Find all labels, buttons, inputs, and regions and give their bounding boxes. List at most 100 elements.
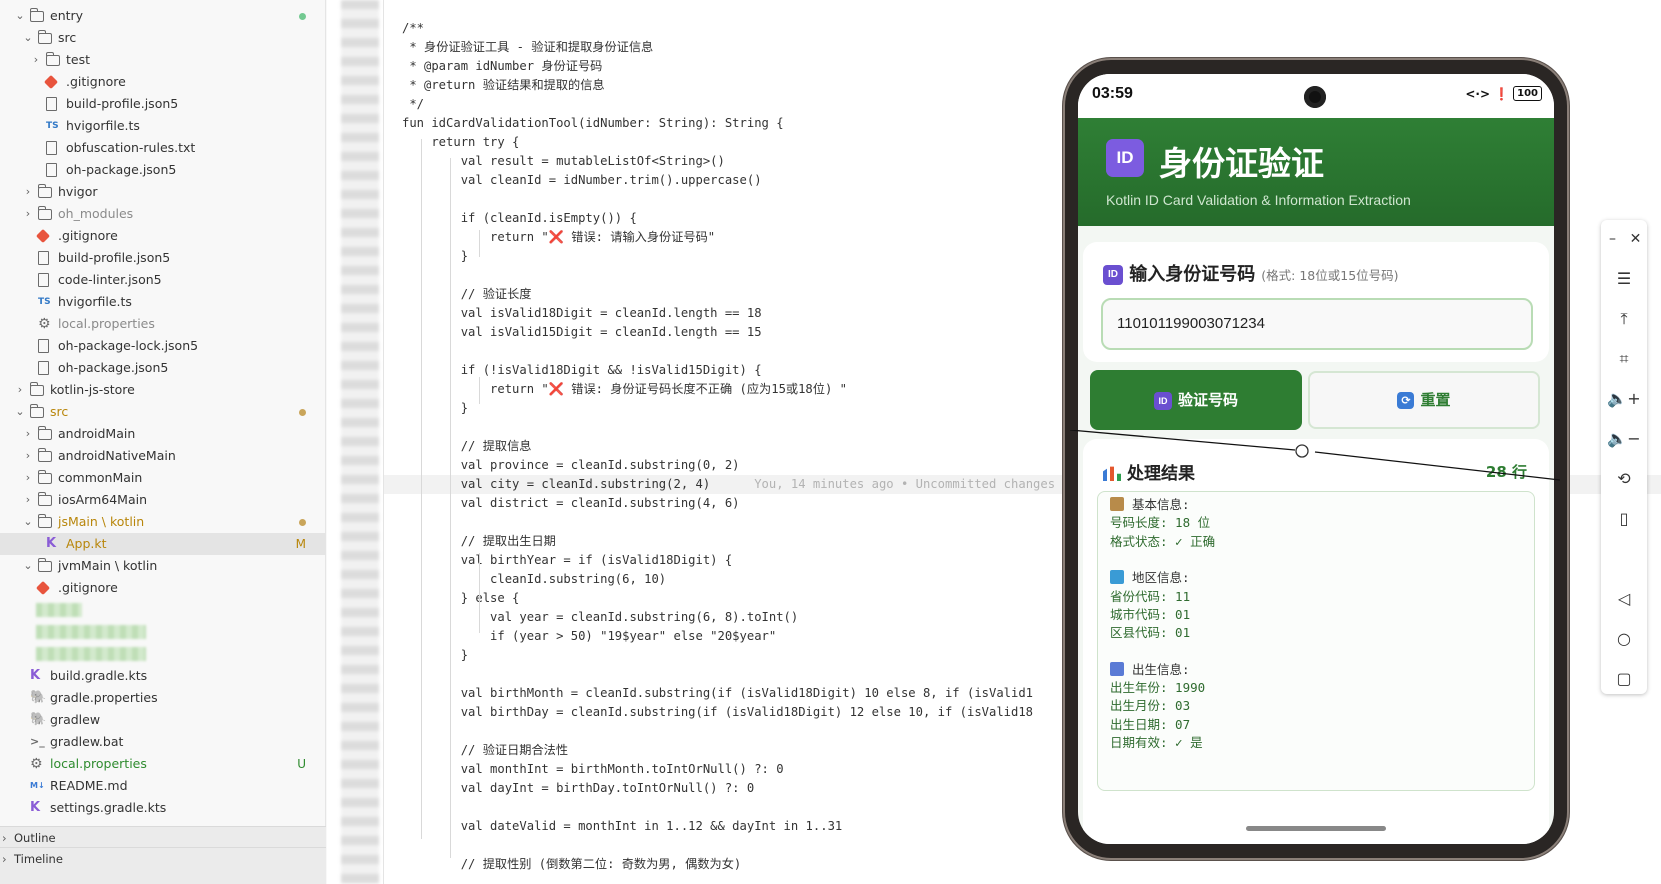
code-line[interactable]: fun idCardValidationTool(idNumber: Strin…	[402, 114, 784, 133]
reset-button[interactable]: ⟳ 重置	[1308, 371, 1540, 429]
code-line[interactable]: * @return 验证结果和提取的信息	[402, 76, 604, 95]
tree-item[interactable]: code-linter.json5	[0, 269, 326, 291]
code-line[interactable]: val birthDay = cleanId.substring(if (isV…	[402, 703, 1033, 722]
chevron-down-icon[interactable]: ⌄	[22, 558, 34, 574]
outline-section[interactable]: › Outline	[0, 826, 326, 847]
chevron-right-icon[interactable]: ›	[22, 470, 34, 486]
code-line[interactable]: val isValid18Digit = cleanId.length == 1…	[402, 304, 762, 323]
code-line[interactable]: val cleanId = idNumber.trim().uppercase(…	[402, 171, 762, 190]
tree-item[interactable]: Ksettings.gradle.kts	[0, 797, 326, 819]
code-line[interactable]: val birthMonth = cleanId.substring(if (i…	[402, 684, 1033, 703]
tree-item[interactable]: 🐘 gradlew	[0, 709, 326, 731]
code-line[interactable]: val province = cleanId.substring(0, 2)	[402, 456, 740, 475]
code-line[interactable]: val district = cleanId.substring(4, 6)	[402, 494, 740, 513]
tree-item[interactable]: › iosArm64Main	[0, 489, 326, 511]
tree-item[interactable]: TS hvigorfile.ts	[0, 115, 326, 137]
code-line[interactable]: }	[402, 247, 468, 266]
tree-item[interactable]: › kotlin-js-store	[0, 379, 326, 401]
tree-item[interactable]: ⌄ jsMain \ kotlin	[0, 511, 326, 533]
code-line[interactable]: if (year > 50) "19$year" else "20$year"	[402, 627, 776, 646]
tree-item[interactable]: › oh_modules	[0, 203, 326, 225]
tree-item[interactable]: .gitignore	[0, 225, 326, 247]
code-line[interactable]: return "❌ 错误: 身份证号码长度不正确 (应为15或18位) "	[402, 380, 847, 399]
tree-item[interactable]: ⚙ local.properties	[0, 313, 326, 335]
tree-item[interactable]: Kbuild.gradle.kts	[0, 665, 326, 687]
tree-item[interactable]: build-profile.json5	[0, 93, 326, 115]
code-line[interactable]: }	[402, 646, 468, 665]
tree-item[interactable]: › commonMain	[0, 467, 326, 489]
pin-top-icon[interactable]: ⤒	[1601, 304, 1647, 334]
timeline-section[interactable]: › Timeline	[0, 847, 326, 884]
chevron-down-icon[interactable]: ⌄	[14, 404, 26, 420]
tree-item[interactable]	[0, 621, 326, 643]
tree-item[interactable]: › test	[0, 49, 326, 71]
code-line[interactable]: val monthInt = birthMonth.toIntOrNull() …	[402, 760, 784, 779]
result-output[interactable]: 基本信息: 号码长度: 18 位格式状态: ✓ 正确 地区信息: 省份代码: 11 城市…	[1097, 491, 1535, 791]
tree-item[interactable]	[0, 599, 326, 621]
code-line[interactable]: val dayInt = birthDay.toIntOrNull() ?: 0	[402, 779, 755, 798]
chevron-down-icon[interactable]: ⌄	[22, 30, 34, 46]
tree-item[interactable]: ⌄ entry	[0, 5, 326, 27]
volume-up-icon[interactable]: 🔈+	[1601, 384, 1647, 414]
tree-item[interactable]: .gitignore	[0, 71, 326, 93]
recents-icon[interactable]: ▢	[1601, 664, 1647, 694]
chevron-down-icon[interactable]: ⌄	[22, 514, 34, 530]
volume-down-icon[interactable]: 🔈−	[1601, 424, 1647, 454]
code-line[interactable]: } else {	[402, 589, 520, 608]
code-line[interactable]: val year = cleanId.substring(6, 8).toInt…	[402, 608, 798, 627]
code-line[interactable]: if (cleanId.isEmpty()) {	[402, 209, 637, 228]
code-line[interactable]: /**	[402, 19, 424, 38]
tree-item[interactable]: 🐘 gradle.properties	[0, 687, 326, 709]
code-line[interactable]: val birthYear = if (isValid18Digit) {	[402, 551, 733, 570]
crop-screenshot-icon[interactable]: ⌗	[1601, 344, 1647, 374]
code-line[interactable]: // 提取性别 (倒数第二位: 奇数为男, 偶数为女)	[402, 855, 742, 874]
code-line[interactable]: cleanId.substring(6, 10)	[402, 570, 666, 589]
chevron-right-icon[interactable]: ›	[22, 448, 34, 464]
tree-item[interactable]: ⌄ src	[0, 401, 326, 423]
minimize-icon[interactable]: –	[1601, 224, 1624, 254]
code-line[interactable]: return try {	[402, 133, 519, 152]
tree-item[interactable]: ⌄ jvmMain \ kotlin	[0, 555, 326, 577]
tree-item[interactable]: › androidNativeMain	[0, 445, 326, 467]
code-line[interactable]: // 提取出生日期	[402, 532, 556, 551]
back-icon[interactable]: ◁	[1601, 584, 1647, 614]
chevron-right-icon[interactable]: ›	[22, 426, 34, 442]
tree-item[interactable]: K App.kt M	[0, 533, 326, 555]
tree-item[interactable]: ⌄ src	[0, 27, 326, 49]
rotate-icon[interactable]: ⟲	[1601, 464, 1647, 494]
id-number-input[interactable]: 110101199003071234	[1101, 298, 1533, 350]
tree-item[interactable]: obfuscation-rules.txt	[0, 137, 326, 159]
menu-icon[interactable]: ☰	[1601, 264, 1647, 294]
tree-item[interactable]: ⚙ local.properties U	[0, 753, 326, 775]
chevron-down-icon[interactable]: ⌄	[14, 8, 26, 24]
code-line[interactable]: if (!isValid18Digit && !isValid15Digit) …	[402, 361, 762, 380]
tree-item[interactable]: build-profile.json5	[0, 247, 326, 269]
tree-item[interactable]: › hvigor	[0, 181, 326, 203]
tree-item[interactable]: .gitignore	[0, 577, 326, 599]
code-line[interactable]: return "❌ 错误: 请输入身份证号码"	[402, 228, 715, 247]
tree-item[interactable]: › androidMain	[0, 423, 326, 445]
tree-item[interactable]: TS hvigorfile.ts	[0, 291, 326, 313]
home-icon[interactable]: ○	[1601, 624, 1647, 654]
tree-item[interactable]: oh-package.json5	[0, 159, 326, 181]
tree-item[interactable]: oh-package-lock.json5	[0, 335, 326, 357]
code-line[interactable]: // 验证日期合法性	[402, 741, 568, 760]
code-line[interactable]: */	[402, 95, 424, 114]
tree-item[interactable]: oh-package.json5	[0, 357, 326, 379]
code-line[interactable]: * @param idNumber 身份证号码	[402, 57, 602, 76]
chevron-right-icon[interactable]: ›	[22, 206, 34, 222]
code-line[interactable]: val dateValid = monthInt in 1..12 && day…	[402, 817, 843, 836]
validate-button[interactable]: ID 验证号码	[1090, 370, 1302, 430]
home-indicator[interactable]	[1246, 826, 1386, 831]
fold-icon[interactable]: ▯	[1601, 504, 1647, 534]
chevron-right-icon[interactable]: ›	[14, 382, 26, 398]
chevron-right-icon[interactable]: ›	[22, 492, 34, 508]
code-line[interactable]: }	[402, 399, 468, 418]
code-line[interactable]: * 身份证验证工具 - 验证和提取身份证信息	[402, 38, 653, 57]
close-icon[interactable]: ✕	[1624, 224, 1647, 254]
tree-item[interactable]: >_ gradlew.bat	[0, 731, 326, 753]
phone-screen[interactable]: 03:59 <·> ❗ 100 ID 身份证验证 Kotlin ID Card …	[1078, 74, 1554, 844]
chevron-right-icon[interactable]: ›	[22, 184, 34, 200]
code-line[interactable]: val isValid15Digit = cleanId.length == 1…	[402, 323, 762, 342]
tree-item[interactable]	[0, 643, 326, 665]
